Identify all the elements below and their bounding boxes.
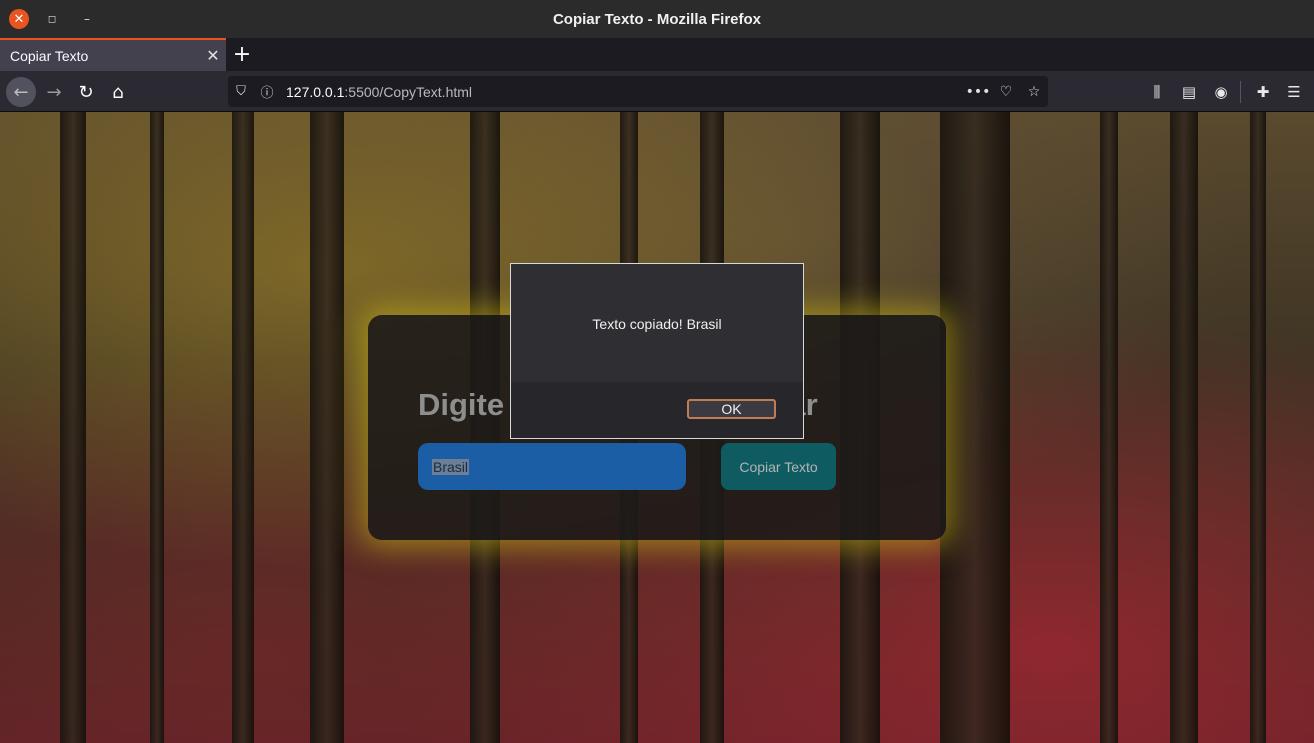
window-title: Copiar Texto - Mozilla Firefox: [552, 10, 762, 28]
window-close-button[interactable]: ✕: [9, 9, 29, 29]
site-info-icon[interactable]: ⓘ: [254, 76, 280, 107]
url-bar[interactable]: ⛉ ⓘ 127.0.0.1:5500/CopyText.html ••• ♡ ☆: [228, 76, 1048, 107]
reload-button[interactable]: ↻: [71, 77, 101, 107]
window-minimize-button[interactable]: –: [77, 9, 97, 29]
background-tree-trunk: [232, 112, 254, 743]
url-host: 127.0.0.1: [286, 83, 345, 100]
bookmark-star-icon[interactable]: ☆: [1020, 76, 1048, 107]
sidebar-icon[interactable]: ▤: [1174, 77, 1204, 107]
text-input[interactable]: Brasil: [418, 443, 686, 490]
background-tree-trunk: [60, 112, 86, 743]
url-path: :5500/CopyText.html: [344, 83, 473, 100]
background-tree-trunk: [1170, 112, 1198, 743]
account-icon[interactable]: ◉: [1206, 77, 1236, 107]
background-tree-trunk: [310, 112, 344, 743]
library-icon[interactable]: ⫼: [1142, 77, 1172, 107]
toolbar-separator: [1240, 81, 1241, 103]
tab-bar: Copiar Texto ✕ +: [0, 38, 1314, 71]
alert-footer: OK: [511, 382, 803, 438]
tab-copiar-texto[interactable]: Copiar Texto ✕: [0, 38, 226, 71]
menu-icon[interactable]: ☰: [1279, 77, 1309, 107]
window-restore-button[interactable]: ◻: [42, 9, 62, 29]
alert-message: Texto copiado! Brasil: [592, 316, 722, 332]
page-actions-icon[interactable]: •••: [964, 76, 992, 107]
tracking-shield-icon[interactable]: ⛉: [228, 76, 254, 107]
alert-dialog: Texto copiado! Brasil OK: [510, 263, 804, 439]
tab-title: Copiar Texto: [10, 47, 89, 64]
copy-text-button[interactable]: Copiar Texto: [721, 443, 836, 490]
forward-button[interactable]: →: [39, 77, 69, 107]
new-tab-button[interactable]: +: [230, 38, 254, 71]
background-tree-trunk: [1250, 112, 1266, 743]
background-tree-trunk: [1100, 112, 1118, 743]
tab-close-icon[interactable]: ✕: [200, 46, 226, 65]
url-text[interactable]: 127.0.0.1:5500/CopyText.html: [286, 84, 964, 100]
navigation-toolbar: ← → ↻ ⌂ ⛉ ⓘ 127.0.0.1:5500/CopyText.html…: [0, 71, 1314, 112]
background-tree-trunk: [150, 112, 164, 743]
back-button[interactable]: ←: [6, 77, 36, 107]
ok-button[interactable]: OK: [687, 399, 776, 419]
input-selected-text: Brasil: [432, 458, 470, 475]
window-titlebar: ✕ ◻ – Copiar Texto - Mozilla Firefox: [0, 0, 1314, 38]
pocket-icon[interactable]: ♡: [992, 76, 1020, 107]
background-tree-trunk: [940, 112, 1010, 743]
home-button[interactable]: ⌂: [103, 77, 133, 107]
extensions-icon[interactable]: ✚: [1248, 77, 1278, 107]
